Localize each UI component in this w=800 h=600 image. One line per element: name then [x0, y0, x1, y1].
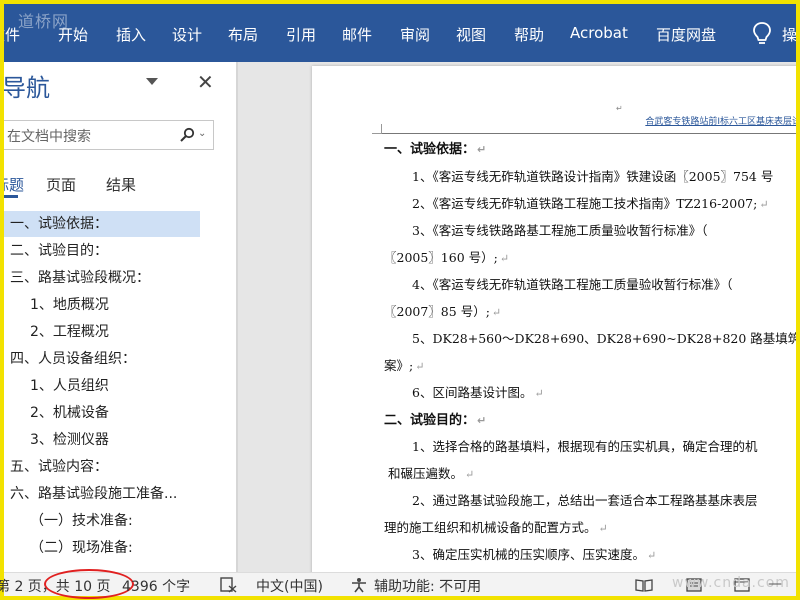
heading-item[interactable]: 2、机械设备 — [4, 400, 200, 426]
doc-line: 1、选择合格的路基填料，根据现有的压实机具，确定合理的机 — [412, 439, 758, 454]
tab-review[interactable]: 审阅 — [400, 24, 430, 45]
doc-line: 3、确定压实机械的压实顺序、压实速度。 — [412, 547, 645, 562]
tab-mailings[interactable]: 邮件 — [342, 24, 372, 45]
proofing-icon[interactable] — [220, 577, 238, 593]
nav-title: 导航 — [4, 74, 50, 102]
doc-line: 和碾压遍数。 — [388, 466, 464, 481]
language[interactable]: 中文(中国) — [256, 576, 323, 596]
heading-item[interactable]: 一、试验依据： — [4, 211, 200, 237]
doc-line: 6、区间路基设计图。 — [412, 385, 533, 400]
tell-me-label[interactable]: 操 — [782, 24, 796, 45]
document-area[interactable]: ↵ 合武客专铁路站前Ⅰ标六工区基床表层试验 一、试验依据： ↵ 1、《客运专线无砟… — [238, 62, 796, 572]
tab-references[interactable]: 引用 — [286, 24, 316, 45]
doc-line: 〖2007〗85 号）; — [384, 304, 490, 319]
heading-item[interactable]: 1、地质概况 — [4, 292, 200, 318]
tab-layout[interactable]: 布局 — [228, 24, 258, 45]
close-icon[interactable]: ✕ — [197, 70, 214, 94]
tab-headings[interactable]: 标题 — [4, 174, 24, 195]
heading-item[interactable]: 1、人员组织 — [4, 373, 200, 399]
ribbon: 道桥网 文件 开始 插入 设计 布局 引用 邮件 审阅 视图 帮助 Acroba… — [4, 4, 796, 62]
paragraph-mark-icon: ↵ — [616, 104, 623, 113]
doc-line: 理的施工组织和机械设备的配置方式。 — [384, 520, 597, 535]
heading-item[interactable]: 三、路基试验段概况： — [4, 265, 200, 291]
tab-pages[interactable]: 页面 — [46, 174, 76, 195]
tab-insert[interactable]: 插入 — [116, 24, 146, 45]
tab-results[interactable]: 结果 — [106, 174, 136, 195]
search-placeholder: 在文档中搜索 — [7, 129, 91, 145]
doc-line: 2、通过路基试验段施工，总结出一套适合本工程路基基床表层 — [412, 493, 758, 508]
crop-mark — [372, 124, 382, 134]
tab-home[interactable]: 开始 — [58, 24, 88, 45]
document-page[interactable]: ↵ 合武客专铁路站前Ⅰ标六工区基床表层试验 一、试验依据： ↵ 1、《客运专线无砟… — [312, 66, 796, 572]
doc-line: 〖2005〗160 号）; — [384, 250, 498, 265]
tab-file[interactable]: 文件 — [4, 24, 20, 45]
accessibility-icon[interactable] — [350, 577, 368, 593]
chevron-down-icon[interactable] — [146, 78, 158, 85]
chevron-down-icon[interactable]: ⌄ — [198, 128, 206, 139]
doc-line: 3、《客运专线铁路路基工程施工质量验收暂行标准》（ — [412, 223, 708, 238]
tab-help[interactable]: 帮助 — [514, 24, 544, 45]
heading-item[interactable]: （二）现场准备: — [4, 535, 200, 561]
doc-line: 5、DK28+560～DK28+690、DK28+690~DK28+820 路基… — [412, 331, 796, 346]
highlight-circle — [44, 569, 134, 599]
heading-item[interactable]: 二、试验目的： — [4, 238, 200, 264]
doc-line: 案》; — [384, 358, 414, 373]
read-mode-icon[interactable] — [634, 577, 654, 593]
heading-item[interactable]: 2、工程概况 — [4, 319, 200, 345]
tab-acrobat[interactable]: Acrobat — [570, 24, 628, 42]
status-bar: 第 2 页，共 10 页 4396 个字 中文(中国) 辅助功能: 不可用 ww… — [0, 569, 796, 599]
heading-item[interactable]: 3、检测仪器 — [4, 427, 200, 453]
header-rule — [382, 133, 796, 134]
doc-line: 一、试验依据： — [384, 142, 476, 157]
heading-item[interactable]: （一）技术准备: — [4, 508, 200, 534]
accessibility-status[interactable]: 辅助功能: 不可用 — [374, 576, 481, 596]
tab-view[interactable]: 视图 — [456, 24, 486, 45]
heading-item[interactable]: 五、试验内容： — [4, 454, 200, 480]
word-count[interactable]: 4396 个字 — [122, 576, 190, 596]
doc-line: 2、《客运专线无砟轨道铁路工程施工技术指南》TZ216-2007; — [412, 196, 758, 211]
tab-baidu-netdisk[interactable]: 百度网盘 — [656, 24, 716, 45]
search-input[interactable]: 在文档中搜索 ⌄ — [4, 120, 214, 150]
active-tab-indicator — [4, 195, 18, 198]
search-icon[interactable] — [179, 127, 195, 143]
doc-line: 4、《客运专线无砟轨道铁路工程施工质量验收暂行标准》（ — [412, 277, 733, 292]
page-header: 合武客专铁路站前Ⅰ标六工区基床表层试验 — [645, 117, 796, 127]
lightbulb-icon[interactable] — [752, 21, 772, 47]
navigation-pane: 导航 ✕ 在文档中搜索 ⌄ 标题 页面 结果 一、试验依据： 二、试验目的： 三… — [4, 62, 236, 572]
doc-line: 二、试验目的： — [384, 413, 476, 428]
heading-item[interactable]: 四、人员设备组织： — [4, 346, 200, 372]
zoom-minus-icon[interactable]: — — [768, 576, 782, 592]
doc-line: 1、《客运专线无砟轨道铁路设计指南》铁建设函〖2005〗754 号 — [412, 169, 774, 184]
heading-item[interactable]: 六、路基试验段施工准备... — [4, 481, 200, 507]
tab-design[interactable]: 设计 — [172, 24, 202, 45]
